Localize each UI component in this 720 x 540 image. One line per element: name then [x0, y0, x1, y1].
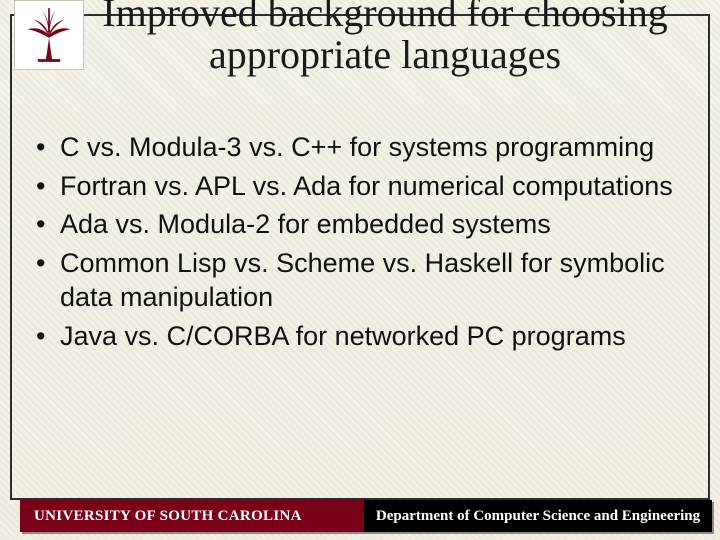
footer-bar: UNIVERSITY OF SOUTH CAROLINA Department …: [20, 500, 712, 532]
palmetto-tree-icon: [21, 7, 77, 63]
footer-university: UNIVERSITY OF SOUTH CAROLINA: [20, 500, 364, 532]
list-item: C vs. Modula-3 vs. C++ for systems progr…: [34, 130, 690, 165]
list-item: Fortran vs. APL vs. Ada for numerical co…: [34, 169, 690, 204]
list-item: Common Lisp vs. Scheme vs. Haskell for s…: [34, 246, 690, 315]
slide: Improved background for choosing appropr…: [0, 0, 720, 540]
slide-title: Improved background for choosing appropr…: [90, 0, 680, 76]
footer-department: Department of Computer Science and Engin…: [364, 500, 712, 532]
bullet-list: C vs. Modula-3 vs. C++ for systems progr…: [34, 130, 690, 357]
list-item: Ada vs. Modula-2 for embedded systems: [34, 207, 690, 242]
list-item: Java vs. C/CORBA for networked PC progra…: [34, 319, 690, 354]
university-logo: [14, 0, 84, 70]
